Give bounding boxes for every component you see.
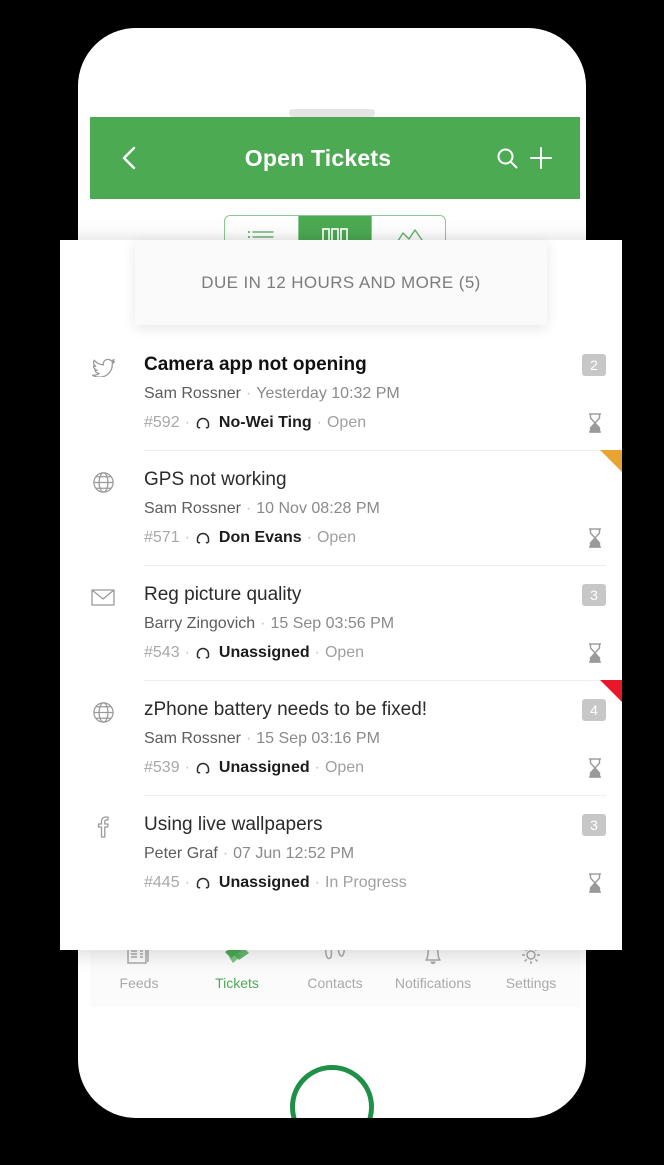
separator-dot: ·: [260, 615, 266, 632]
ticket-count-badge: 3: [582, 584, 606, 606]
ticket-title[interactable]: Using live wallpapers: [144, 814, 334, 836]
ticket-requester: Sam Rossner: [144, 500, 241, 517]
ticket-date: 10 Nov 08:28 PM: [256, 500, 380, 517]
hourglass-icon: [586, 527, 606, 549]
due-group-sheet: DUE IN 12 HOURS AND MORE (5) Camera app …: [60, 240, 622, 950]
ticket-meta: Sam Rossner · 15 Sep 03:16 PM: [144, 730, 606, 748]
ticket-assignee: No-Wei Ting: [218, 414, 312, 431]
ticket-row[interactable]: Camera app not opening 2 Sam Rossner · Yes…: [91, 336, 606, 450]
ticket-meta: Sam Rossner · 10 Nov 08:28 PM: [144, 500, 606, 518]
ticket-row[interactable]: Using live wallpapers 3 Peter Graf · 07 Ju…: [97, 795, 606, 910]
ticket-id: #571: [144, 529, 180, 546]
separator-dot: ·: [245, 730, 252, 747]
mail-icon: [90, 584, 116, 610]
headset-icon: [195, 759, 213, 777]
ticket-title[interactable]: Reg picture quality: [144, 584, 313, 606]
ticket-requester: Peter Graf: [144, 845, 218, 862]
hourglass-icon: [586, 642, 606, 664]
ticket-title[interactable]: GPS not working: [144, 469, 299, 491]
tab-label: Feeds: [119, 975, 159, 991]
due-group-title: DUE IN 12 HOURS AND MORE (5): [201, 272, 481, 292]
ticket-status: In Progress: [324, 874, 407, 891]
separator-dot: ·: [306, 529, 312, 546]
facebook-icon: [90, 814, 116, 840]
separator-dot: ·: [184, 874, 190, 891]
ticket-status: Open: [316, 529, 357, 546]
ticket-count-badge: 3: [582, 814, 606, 836]
separator-dot: ·: [314, 759, 320, 776]
ticket-meta: Peter Graf · 07 Jun 12:52 PM: [144, 845, 606, 863]
tab-label: Tickets: [215, 975, 259, 991]
ticket-submeta: #543 · Unassigned · Open: [144, 644, 364, 662]
ticket-submeta: #571 · Don Evans · Open: [144, 529, 356, 547]
ticket-title[interactable]: Camera app not opening: [144, 354, 379, 376]
ticket-requester: Barry Zingovich: [144, 615, 256, 632]
ticket-assignee: Unassigned: [218, 874, 310, 891]
separator-dot: ·: [222, 845, 229, 862]
twitter-icon: [90, 354, 116, 380]
separator-dot: ·: [184, 644, 190, 661]
separator-dot: ·: [245, 385, 252, 402]
ticket-date: 15 Sep 03:56 PM: [270, 615, 395, 632]
ticket-assignee: Unassigned: [218, 759, 310, 776]
back-button[interactable]: [112, 141, 146, 175]
ticket-assignee: Don Evans: [218, 529, 302, 546]
ticket-submeta: #445 · Unassigned · In Progress: [144, 874, 407, 892]
separator-dot: ·: [314, 644, 320, 661]
add-ticket-button[interactable]: [524, 141, 558, 175]
tab-label: Settings: [505, 975, 557, 991]
phone-speaker: [289, 109, 375, 117]
separator-dot: ·: [316, 414, 322, 431]
ticket-id: #539: [144, 759, 180, 776]
screenshot-root: Open Tickets Feeds Tickets Contacts Noti…: [0, 0, 664, 1165]
ticket-status: Open: [324, 759, 365, 776]
ticket-title[interactable]: zPhone battery needs to be fixed!: [144, 699, 439, 721]
ticket-count-badge: 2: [582, 354, 606, 376]
app-header: Open Tickets: [90, 117, 580, 199]
ticket-status: Open: [326, 414, 367, 431]
ticket-requester: Sam Rossner: [144, 385, 241, 402]
hourglass-icon: [586, 412, 606, 434]
ticket-status: Open: [324, 644, 365, 661]
ticket-date: 07 Jun 12:52 PM: [233, 845, 355, 862]
tab-label: Notifications: [394, 975, 472, 991]
hourglass-icon: [586, 757, 606, 779]
headset-icon: [195, 414, 213, 432]
separator-dot: ·: [184, 529, 190, 546]
hourglass-icon: [586, 872, 606, 894]
headset-icon: [195, 529, 213, 547]
ticket-meta: Sam Rossner · Yesterday 10:32 PM: [144, 385, 606, 403]
search-icon[interactable]: [490, 141, 524, 175]
ticket-list: Camera app not opening 2 Sam Rossner · Yes…: [60, 336, 622, 910]
ticket-meta: Barry Zingovich · 15 Sep 03:56 PM: [144, 615, 606, 633]
ticket-date: 15 Sep 03:16 PM: [256, 730, 380, 747]
phone-home-button[interactable]: [290, 1065, 374, 1118]
ticket-count-badge: 4: [582, 699, 606, 721]
ticket-id: #543: [144, 644, 180, 661]
ticket-requester: Sam Rossner: [144, 730, 241, 747]
ticket-id: #445: [144, 874, 180, 891]
ticket-row[interactable]: Reg picture quality 3 Barry Zingovich · 15…: [91, 565, 606, 680]
ticket-assignee: Unassigned: [218, 644, 310, 661]
tab-label: Contacts: [307, 975, 363, 991]
due-group-header[interactable]: DUE IN 12 HOURS AND MORE (5): [135, 240, 547, 325]
separator-dot: ·: [184, 414, 190, 431]
globe-icon: [90, 469, 116, 495]
separator-dot: ·: [184, 759, 190, 776]
priority-flag-icon: [600, 680, 622, 702]
page-title: Open Tickets: [244, 144, 392, 171]
ticket-row[interactable]: GPS not working Sam Rossner · 10 Nov 08:28…: [92, 450, 622, 565]
priority-flag-icon: [600, 450, 622, 472]
ticket-row[interactable]: zPhone battery needs to be fixed! 4 Sam …: [92, 680, 622, 795]
separator-dot: ·: [314, 874, 320, 891]
headset-icon: [195, 874, 213, 892]
globe-icon: [90, 699, 116, 725]
ticket-submeta: #539 · Unassigned · Open: [144, 759, 364, 777]
ticket-submeta: #592 · No-Wei Ting · Open: [144, 414, 366, 432]
ticket-id: #592: [144, 414, 180, 431]
separator-dot: ·: [245, 500, 252, 517]
ticket-date: Yesterday 10:32 PM: [256, 385, 400, 402]
headset-icon: [195, 644, 213, 662]
